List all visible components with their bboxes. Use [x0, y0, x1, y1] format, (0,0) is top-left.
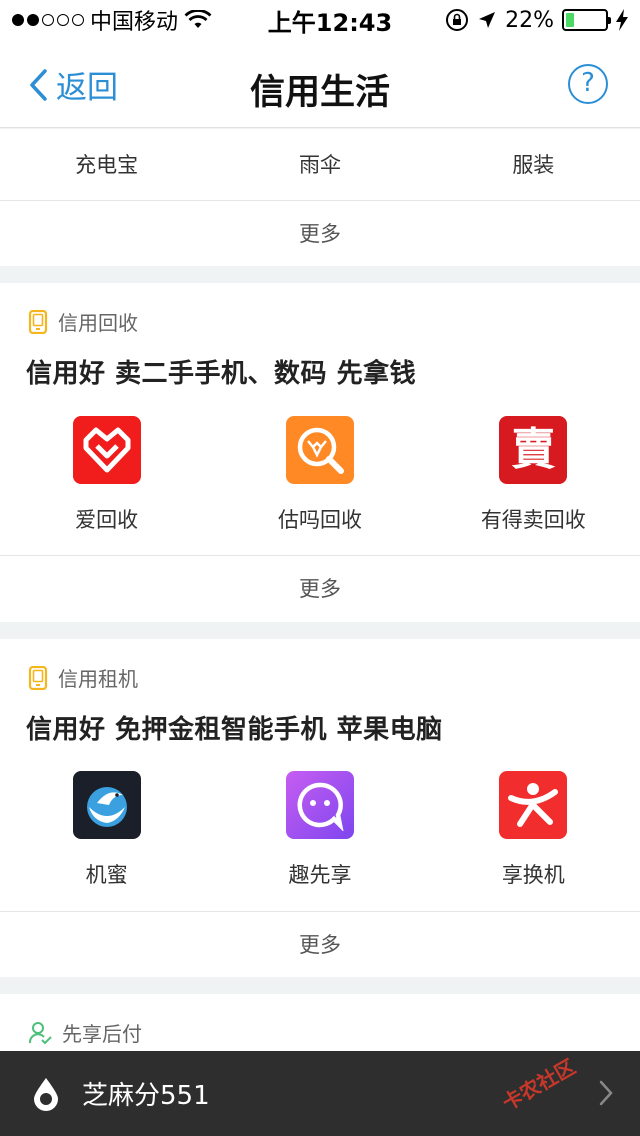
battery-icon	[562, 9, 611, 31]
category-label: 先享后付	[62, 1022, 142, 1046]
navigation-bar: 返回 信用生活 ?	[0, 40, 640, 128]
sesame-score-bar[interactable]: 芝麻分551 卡农社区	[0, 1051, 640, 1136]
app-label: 机蜜	[85, 863, 128, 887]
bird-globe-icon	[72, 771, 141, 839]
app-aihuishou[interactable]: 爱回收	[0, 416, 213, 534]
person-check-icon	[28, 1021, 52, 1044]
wifi-icon	[184, 10, 212, 28]
back-label: 返回	[56, 70, 118, 106]
status-time: 上午12:43	[267, 8, 393, 37]
carrier-name: 中国移动	[90, 10, 179, 35]
battery-fill	[566, 13, 575, 27]
magnifier-antler-icon	[285, 416, 354, 484]
category-header-rent: 信用租机	[28, 663, 138, 692]
status-bar: 中国移动 上午12:43 22%	[0, 0, 640, 40]
category-clothing[interactable]: 服装	[427, 149, 640, 179]
chevron-right-icon	[599, 1080, 613, 1106]
more-button-recycle[interactable]: 更多	[0, 555, 640, 621]
app-label: 趣先享	[288, 863, 352, 887]
section-headline: 信用好 卖二手手机、数码 先拿钱	[26, 359, 417, 389]
status-left: 中国移动	[12, 4, 242, 36]
seal-glyph: 賣	[511, 424, 556, 475]
app-row-rent: 机蜜 趣先享 享换机	[0, 771, 640, 889]
signal-strength-icon	[12, 14, 84, 26]
chat-face-icon	[285, 771, 354, 839]
heart-shield-icon	[72, 416, 141, 484]
app-label: 有得卖回收	[480, 508, 586, 532]
app-label: 享换机	[501, 863, 565, 887]
phone-icon	[28, 309, 48, 334]
category-label: 信用回收	[58, 311, 138, 335]
section-headline: 信用好 免押金租智能手机 苹果电脑	[26, 715, 443, 745]
location-arrow-icon	[479, 12, 496, 28]
mai-seal-icon: 賣	[499, 416, 568, 484]
app-gumahuishou[interactable]: 估吗回收	[213, 416, 426, 534]
more-button-top[interactable]: 更多	[0, 200, 640, 266]
back-button[interactable]: 返回	[28, 62, 118, 107]
app-jimi[interactable]: 机蜜	[0, 771, 213, 889]
app-label: 估吗回收	[277, 508, 362, 532]
battery-percent: 22%	[505, 7, 554, 33]
category-powerbank[interactable]: 充电宝	[0, 149, 213, 179]
app-label: 爱回收	[75, 508, 139, 532]
rotation-lock-icon	[446, 9, 469, 31]
charging-bolt-icon	[616, 9, 628, 31]
top-category-section: 充电宝 雨伞 服装 更多	[0, 129, 640, 266]
phone-icon	[28, 665, 48, 690]
status-right: 22%	[428, 8, 628, 33]
category-label: 信用租机	[58, 667, 138, 691]
more-button-rent[interactable]: 更多	[0, 911, 640, 977]
running-person-icon	[499, 771, 568, 839]
category-umbrella[interactable]: 雨伞	[213, 149, 426, 179]
credit-rent-section: 信用租机 信用好 免押金租智能手机 苹果电脑 机蜜 趣先享 享换机 更多	[0, 639, 640, 977]
app-row-recycle: 爱回收 估吗回收 賣 有得卖回收	[0, 416, 640, 534]
category-header-prepay: 先享后付	[28, 1018, 142, 1047]
prepay-section: 先享后付	[0, 994, 640, 1051]
sesame-score-label: 芝麻分551	[82, 1081, 210, 1111]
watermark-logo: 卡农社区	[498, 1054, 580, 1116]
category-header-recycle: 信用回收	[28, 307, 138, 336]
app-youdemai[interactable]: 賣 有得卖回收	[427, 416, 640, 534]
chevron-left-icon	[30, 68, 47, 101]
category-row: 充电宝 雨伞 服装	[0, 149, 640, 179]
sesame-drop-icon	[34, 1077, 58, 1111]
app-quxianxiang[interactable]: 趣先享	[213, 771, 426, 889]
app-xianghuanji[interactable]: 享换机	[427, 771, 640, 889]
help-button[interactable]: ?	[568, 64, 608, 104]
credit-recycle-section: 信用回收 信用好 卖二手手机、数码 先拿钱 爱回收 估吗回收 賣 有得卖回收 更…	[0, 283, 640, 622]
